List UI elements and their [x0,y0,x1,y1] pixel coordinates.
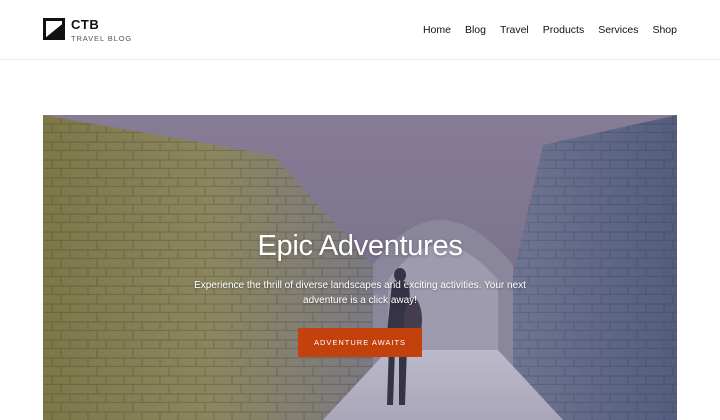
nav-item-home[interactable]: Home [423,23,451,37]
brand-tagline: TRAVEL BLOG [71,34,133,43]
brand-name: CTB [71,17,100,32]
nav-item-services[interactable]: Services [598,23,638,37]
main-nav: Home Blog Travel Products Services Shop [423,23,677,37]
brand-logo[interactable]: CTB TRAVEL BLOG [43,18,132,43]
nav-item-shop[interactable]: Shop [652,23,677,37]
site-header: CTB TRAVEL BLOG Home Blog Travel Product… [0,0,720,60]
nav-item-blog[interactable]: Blog [465,23,486,37]
hero-section: Epic Adventures Experience the thrill of… [43,115,677,420]
hero-subtitle: Experience the thrill of diverse landsca… [194,280,526,306]
nav-item-products[interactable]: Products [543,23,584,37]
nav-item-travel[interactable]: Travel [500,23,529,37]
hero-content: Epic Adventures Experience the thrill of… [43,115,677,420]
adventure-awaits-button[interactable]: ADVENTURE AWAITS [298,328,422,357]
hero-title: Epic Adventures [257,230,463,262]
ctb-logo-icon [43,18,65,40]
brand-text: CTB TRAVEL BLOG [71,18,132,43]
